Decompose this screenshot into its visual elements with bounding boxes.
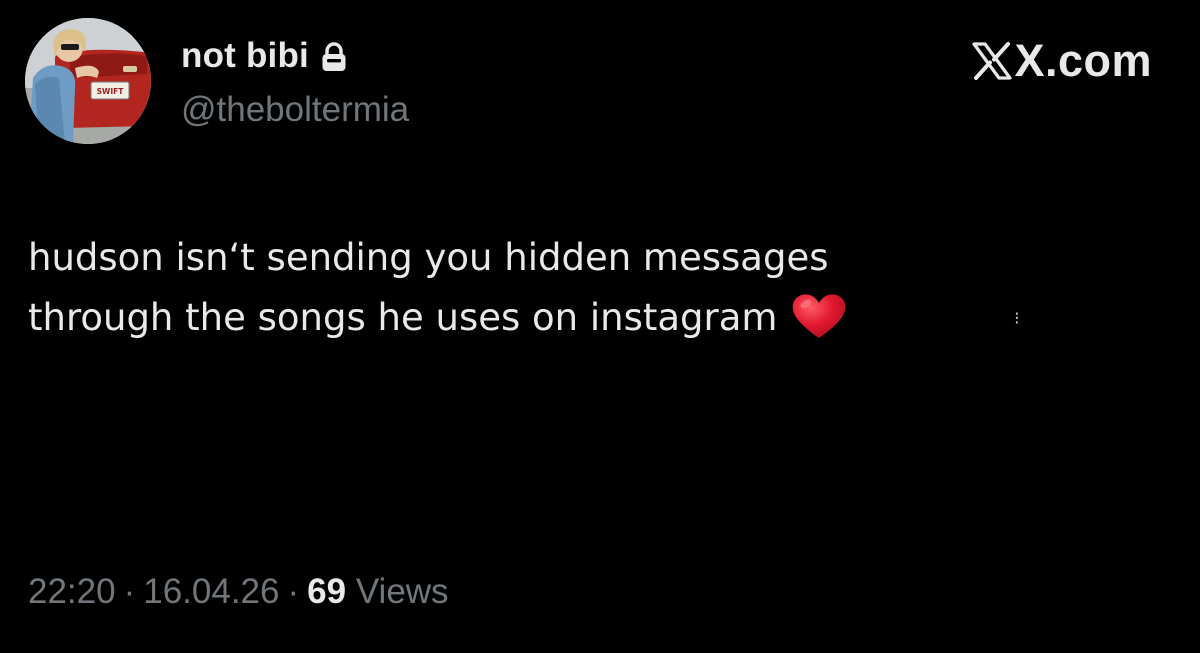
meta-separator: · (287, 572, 300, 611)
red-heart-emoji (791, 292, 847, 340)
tweet-time[interactable]: 22:20 (28, 572, 116, 611)
views-count[interactable]: 69 (307, 572, 346, 611)
author-handle[interactable]: @theboltermia (181, 90, 409, 130)
tweet-body: hudson isn‘t sending you hidden messages… (28, 228, 1148, 348)
display-name[interactable]: not bibi (181, 36, 309, 76)
lock-icon (321, 41, 347, 73)
meta-separator: · (123, 572, 136, 611)
brand-watermark: X.com (972, 38, 1152, 83)
tweet-line-2-text: through the songs he uses on instagram (28, 296, 778, 339)
x-logo-icon (972, 41, 1013, 81)
tweet-line-2: through the songs he uses on instagram (28, 288, 1148, 348)
tweet-line-1: hudson isn‘t sending you hidden messages (28, 236, 829, 279)
tweet-date[interactable]: 16.04.26 (143, 572, 279, 611)
avatar-photo: SWIFT (25, 18, 151, 144)
author-name-row[interactable]: not bibi (181, 36, 347, 76)
tweet-card: SWIFT not bibi @theboltermia X.com hudso… (0, 0, 1200, 653)
avatar-plate-text: SWIFT (97, 87, 125, 96)
tweet-meta: 22:20 · 16.04.26 · 69 Views (28, 572, 449, 612)
views-label[interactable]: Views (356, 572, 449, 611)
decorative-mark: ⁝ (1014, 308, 1020, 329)
brand-text: X.com (1014, 35, 1152, 86)
avatar[interactable]: SWIFT (25, 18, 151, 144)
